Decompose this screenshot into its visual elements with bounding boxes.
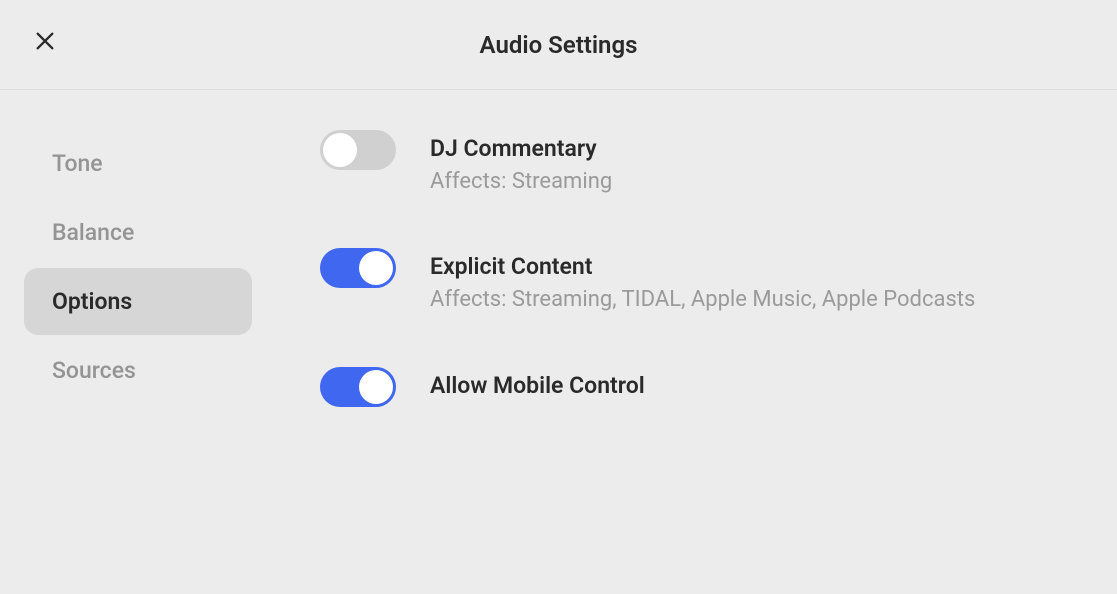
toggle-knob — [323, 133, 357, 167]
option-row-dj-commentary: DJ Commentary Affects: Streaming — [320, 130, 1077, 196]
option-row-explicit-content: Explicit Content Affects: Streaming, TID… — [320, 248, 1077, 314]
toggle-dj-commentary[interactable] — [320, 130, 396, 170]
sidebar-item-sources[interactable]: Sources — [24, 337, 252, 404]
header: Audio Settings — [0, 0, 1117, 90]
close-button[interactable] — [32, 28, 58, 54]
option-title: Allow Mobile Control — [430, 371, 645, 401]
option-text: Allow Mobile Control — [430, 367, 645, 401]
sidebar-item-label: Sources — [52, 357, 136, 384]
option-title: Explicit Content — [430, 252, 975, 282]
toggle-knob — [359, 370, 393, 404]
toggle-allow-mobile-control[interactable] — [320, 367, 396, 407]
sidebar-item-balance[interactable]: Balance — [24, 199, 252, 266]
toggle-knob — [359, 251, 393, 285]
sidebar-item-tone[interactable]: Tone — [24, 130, 252, 197]
option-title: DJ Commentary — [430, 134, 612, 164]
body: Tone Balance Options Sources DJ Commenta… — [0, 90, 1117, 459]
toggle-explicit-content[interactable] — [320, 248, 396, 288]
option-text: DJ Commentary Affects: Streaming — [430, 130, 612, 196]
close-icon — [34, 30, 56, 52]
option-text: Explicit Content Affects: Streaming, TID… — [430, 248, 975, 314]
sidebar-item-options[interactable]: Options — [24, 268, 252, 335]
sidebar: Tone Balance Options Sources — [0, 130, 260, 459]
sidebar-item-label: Balance — [52, 219, 134, 246]
sidebar-item-label: Tone — [52, 150, 103, 177]
option-row-allow-mobile-control: Allow Mobile Control — [320, 367, 1077, 407]
content: DJ Commentary Affects: Streaming Explici… — [260, 130, 1117, 459]
option-subtitle: Affects: Streaming, TIDAL, Apple Music, … — [430, 286, 975, 315]
page-title: Audio Settings — [480, 31, 638, 59]
option-subtitle: Affects: Streaming — [430, 168, 612, 197]
sidebar-item-label: Options — [52, 288, 132, 315]
